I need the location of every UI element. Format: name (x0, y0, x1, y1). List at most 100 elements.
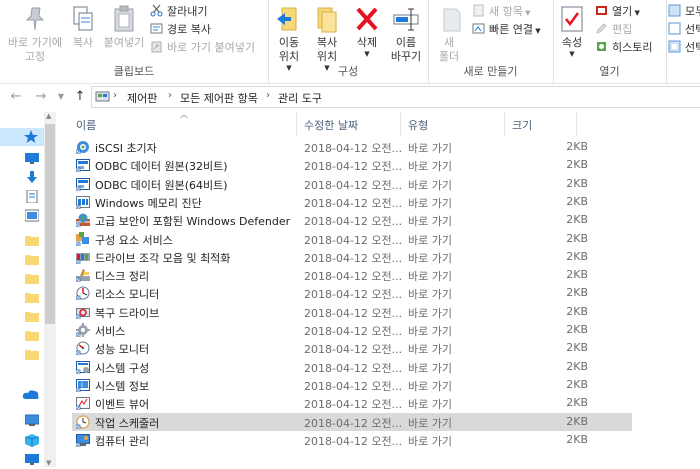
invert-selection-button[interactable]: 선택 (668, 39, 700, 56)
copy-icon (68, 4, 98, 34)
ribbon: 바로 가기에 고정 복사 붙여넣기 잘라내기 경로 복사 바로 가기 붙여넣기 … (0, 0, 700, 84)
breadcrumb-separator-icon: › (266, 90, 270, 101)
copy-to-button[interactable]: 복사 위치 ▼ (310, 4, 344, 72)
file-size: 2KB (566, 323, 588, 336)
file-row[interactable]: 디스크 정리 2018-04-12 오전... 바로 가기 2KB (72, 266, 632, 284)
history-button[interactable]: 히스토리 (595, 39, 652, 56)
column-header-name[interactable]: 이름 (76, 117, 96, 133)
file-size: 2KB (566, 176, 588, 190)
file-size: 2KB (566, 249, 588, 263)
paste-shortcut-icon (150, 40, 163, 53)
downloads-arrow-icon[interactable] (25, 171, 39, 184)
this-pc-icon[interactable] (24, 414, 40, 427)
new-folder-button[interactable]: 새 폴더 (436, 4, 462, 64)
file-row[interactable]: 컴퓨터 관리 2018-04-12 오전... 바로 가기 2KB (72, 431, 632, 449)
breadcrumb-control-panel[interactable]: 제어판 (127, 90, 157, 106)
column-separator[interactable] (576, 112, 577, 136)
breadcrumb-all-items[interactable]: 모든 제어판 항목 (180, 90, 258, 106)
history-icon (595, 40, 608, 53)
desktop-icon[interactable] (25, 453, 39, 466)
cut-button[interactable]: 잘라내기 (150, 3, 207, 20)
documents-icon[interactable] (25, 189, 39, 204)
odbc-icon (75, 177, 90, 191)
file-row[interactable]: ODBC 데이터 원본(32비트) 2018-04-12 오전... 바로 가기 2K… (72, 156, 632, 174)
column-separator[interactable] (296, 112, 297, 136)
column-header-type[interactable]: 유형 (408, 117, 428, 133)
file-size: 2KB (566, 414, 588, 428)
file-type: 바로 가기 (408, 343, 452, 357)
navigation-scrollbar[interactable]: ▲ ▼ (44, 112, 56, 467)
rename-button[interactable]: 이름 바꾸기 (388, 4, 424, 64)
open-button[interactable]: 열기 ▼ (595, 3, 640, 20)
file-row[interactable]: 이벤트 뷰어 2018-04-12 오전... 바로 가기 2KB (72, 394, 632, 412)
file-size: 2KB (566, 304, 588, 318)
file-row[interactable]: i 시스템 정보 2018-04-12 오전... 바로 가기 2KB (72, 376, 632, 394)
iscsi-icon (75, 140, 90, 155)
file-modified-date: 2018-04-12 오전... (304, 142, 403, 155)
file-row[interactable]: 서비스 2018-04-12 오전... 바로 가기 2KB (72, 321, 632, 339)
select-none-button[interactable]: 선택 (668, 21, 700, 38)
edit-icon (595, 22, 608, 35)
folder-icon[interactable] (25, 234, 39, 247)
select-all-button[interactable]: 모두 (668, 3, 700, 20)
move-to-label-line2: 위치 (278, 50, 300, 63)
folder-icon[interactable] (25, 310, 39, 323)
move-to-button[interactable]: 이동 위치 ▼ (272, 4, 306, 72)
file-row[interactable]: iSCSI 초기자 2018-04-12 오전... 바로 가기 2KB (72, 138, 632, 156)
desktop-icon[interactable] (25, 152, 39, 165)
file-row[interactable]: 작업 스케줄러 2018-04-12 오전... 바로 가기 2KB (72, 412, 632, 431)
recent-locations-chevron-icon[interactable]: ▼ (53, 89, 69, 105)
back-arrow-icon[interactable]: ← (8, 89, 24, 105)
scroll-up-arrow-icon[interactable]: ▲ (46, 112, 51, 120)
file-row[interactable]: 복구 드라이브 2018-04-12 오전... 바로 가기 2KB (72, 303, 632, 321)
column-header-modified[interactable]: 수정한 날짜 (304, 117, 358, 133)
up-arrow-icon[interactable]: ↑ (72, 89, 88, 105)
properties-button[interactable]: 속성 ▼ (557, 4, 587, 58)
column-separator[interactable] (504, 112, 505, 136)
folder-icon[interactable] (25, 272, 39, 285)
resource-monitor-icon (75, 286, 90, 301)
file-row[interactable]: ODBC 데이터 원본(64비트) 2018-04-12 오전... 바로 가기 2K… (72, 175, 632, 193)
breadcrumb-admin-tools[interactable]: 관리 도구 (278, 90, 322, 106)
copy-button[interactable]: 복사 (68, 4, 98, 50)
organize-group: 이동 위치 ▼ 복사 위치 ▼ 삭제 ▼ 이름 바꾸기 구성 (268, 0, 429, 83)
easy-access-label: 빠른 연결 (489, 23, 533, 36)
new-item-button[interactable]: 새 항목 ▼ (472, 3, 530, 20)
folder-icon[interactable] (25, 253, 39, 266)
delete-button[interactable]: 삭제 ▼ (352, 4, 382, 58)
file-type: 바로 가기 (408, 270, 452, 284)
pin-to-quick-access-button[interactable]: 바로 가기에 고정 (4, 4, 66, 64)
new-group-label: 새로 만들기 (463, 65, 518, 78)
copy-path-button[interactable]: 경로 복사 (150, 21, 211, 38)
file-modified-date: 2018-04-12 오전... (304, 251, 403, 265)
edit-button[interactable]: 편집 (595, 21, 632, 38)
control-panel-icon (95, 89, 110, 104)
paste-button[interactable]: 붙여넣기 (103, 4, 145, 50)
cut-label: 잘라내기 (167, 5, 208, 18)
file-row[interactable]: 성능 모니터 2018-04-12 오전... 바로 가기 2KB (72, 339, 632, 357)
folder-icon[interactable] (25, 329, 39, 342)
file-row[interactable]: 시스템 구성 2018-04-12 오전... 바로 가기 2KB (72, 358, 632, 376)
file-row[interactable]: 고급 보안이 포함된 Windows Defender 2018-04-12 오전… (72, 211, 632, 229)
folder-icon[interactable] (25, 291, 39, 304)
column-header-size[interactable]: 크기 (512, 117, 532, 133)
file-name: 드라이브 조각 모음 및 최적화 (95, 251, 231, 265)
file-row[interactable]: 리소스 모니터 2018-04-12 오전... 바로 가기 2KB (72, 284, 632, 302)
file-row[interactable]: 드라이브 조각 모음 및 최적화 2018-04-12 오전... 바로 가기 2KB (72, 248, 632, 266)
column-separator[interactable] (400, 112, 401, 136)
address-box[interactable]: › 제어판 › 모든 제어판 항목 › 관리 도구 (91, 86, 700, 108)
onedrive-cloud-icon[interactable] (22, 388, 40, 401)
file-row[interactable]: Windows 메모리 진단 2018-04-12 오전... 바로 가기 2KB (72, 193, 632, 211)
3d-objects-icon[interactable] (24, 434, 40, 447)
folder-icon[interactable] (25, 348, 39, 361)
scroll-down-arrow-icon[interactable]: ▼ (46, 459, 51, 467)
new-item-icon (472, 4, 485, 17)
file-modified-date: 2018-04-12 오전... (304, 288, 403, 302)
new-folder-label-line1: 새 (443, 36, 455, 49)
file-row[interactable]: 구성 요소 서비스 2018-04-12 오전... 바로 가기 2KB (72, 230, 632, 248)
pictures-icon[interactable] (24, 209, 40, 222)
paste-shortcut-button[interactable]: 바로 가기 붙여넣기 (150, 39, 255, 56)
scrollbar-thumb[interactable] (45, 124, 55, 324)
easy-access-button[interactable]: 빠른 연결 ▼ (472, 21, 541, 38)
forward-arrow-icon[interactable]: → (33, 89, 49, 105)
